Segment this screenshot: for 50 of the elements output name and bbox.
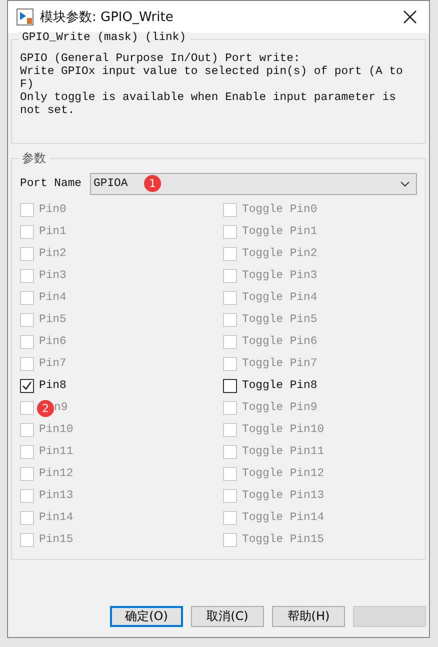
description-text: F) — [20, 79, 35, 92]
checkbox-label: Toggle Pin10 — [242, 424, 324, 436]
checkbox-label: Pin13 — [39, 490, 74, 502]
checkbox-label: Pin8 — [39, 380, 66, 392]
checkbox-label: Pin1 — [39, 226, 66, 238]
checkbox-label: Pin10 — [39, 424, 74, 436]
checkbox-label: Toggle Pin8 — [242, 380, 318, 392]
checkbox-label: Toggle Pin1 — [242, 226, 318, 238]
checkbox-label: Pin0 — [39, 204, 66, 216]
checkbox-label: Pin4 — [39, 292, 66, 304]
checkbox-label: Toggle Pin4 — [242, 292, 318, 304]
checkbox-label: Pin11 — [39, 446, 74, 458]
checkbox-label: Toggle Pin0 — [242, 204, 318, 216]
port-name-label: Port Name — [20, 178, 82, 190]
close-icon[interactable] — [403, 10, 417, 24]
dialog-button[interactable]: 取消(C) — [191, 606, 264, 627]
checkbox-label: Toggle Pin9 — [242, 402, 318, 414]
checkbox-label: n9 — [54, 402, 68, 414]
group-title: GPIO_Write (mask) (link) — [18, 32, 190, 44]
checkbox-label: Pin14 — [39, 512, 74, 524]
checkbox-label: Toggle Pin7 — [242, 358, 318, 370]
checkbox-label: Toggle Pin13 — [242, 490, 324, 502]
checkbox-label: Toggle Pin14 — [242, 512, 324, 524]
checkbox-label: Toggle Pin6 — [242, 336, 318, 348]
checkbox-label: Pin7 — [39, 358, 66, 370]
checkbox-label: Toggle Pin11 — [242, 446, 324, 458]
checkbox-label: Toggle Pin3 — [242, 270, 318, 282]
checkbox-label: Toggle Pin2 — [242, 248, 318, 260]
description-text: Write GPIOx input value to selected pin(s) of port (A to — [20, 66, 404, 78]
chevron-down-icon — [400, 181, 410, 187]
dialog-button[interactable]: 确定(O) — [110, 606, 183, 627]
description-text: Only toggle is available when Enable input parameter is — [20, 92, 397, 105]
checkbox-label: Pin12 — [39, 468, 74, 480]
checkbox[interactable] — [20, 379, 34, 393]
checkbox[interactable] — [223, 379, 237, 393]
dialog-button[interactable]: 帮助(H) — [272, 606, 345, 627]
checkbox-label: Toggle Pin12 — [242, 468, 324, 480]
checkbox-label: Pin5 — [39, 314, 66, 326]
description-text: GPIO (General Purpose In/Out) Port write: — [20, 53, 302, 66]
annotation-badge: 2 — [37, 400, 54, 416]
checkbox-label: Toggle Pin5 — [242, 314, 318, 326]
checkbox-label: Pin15 — [39, 534, 74, 546]
checkbox-label: Pin3 — [39, 270, 66, 282]
checkbox-label: Toggle Pin15 — [242, 534, 324, 546]
group-title: 参数 — [18, 150, 50, 167]
description-text: not set. — [20, 105, 76, 118]
block-icon — [16, 8, 34, 26]
checkbox-label: Pin6 — [39, 336, 66, 348]
checkbox-label: Pin2 — [39, 248, 66, 260]
window-title: 模块参数: GPIO_Write — [40, 9, 174, 26]
